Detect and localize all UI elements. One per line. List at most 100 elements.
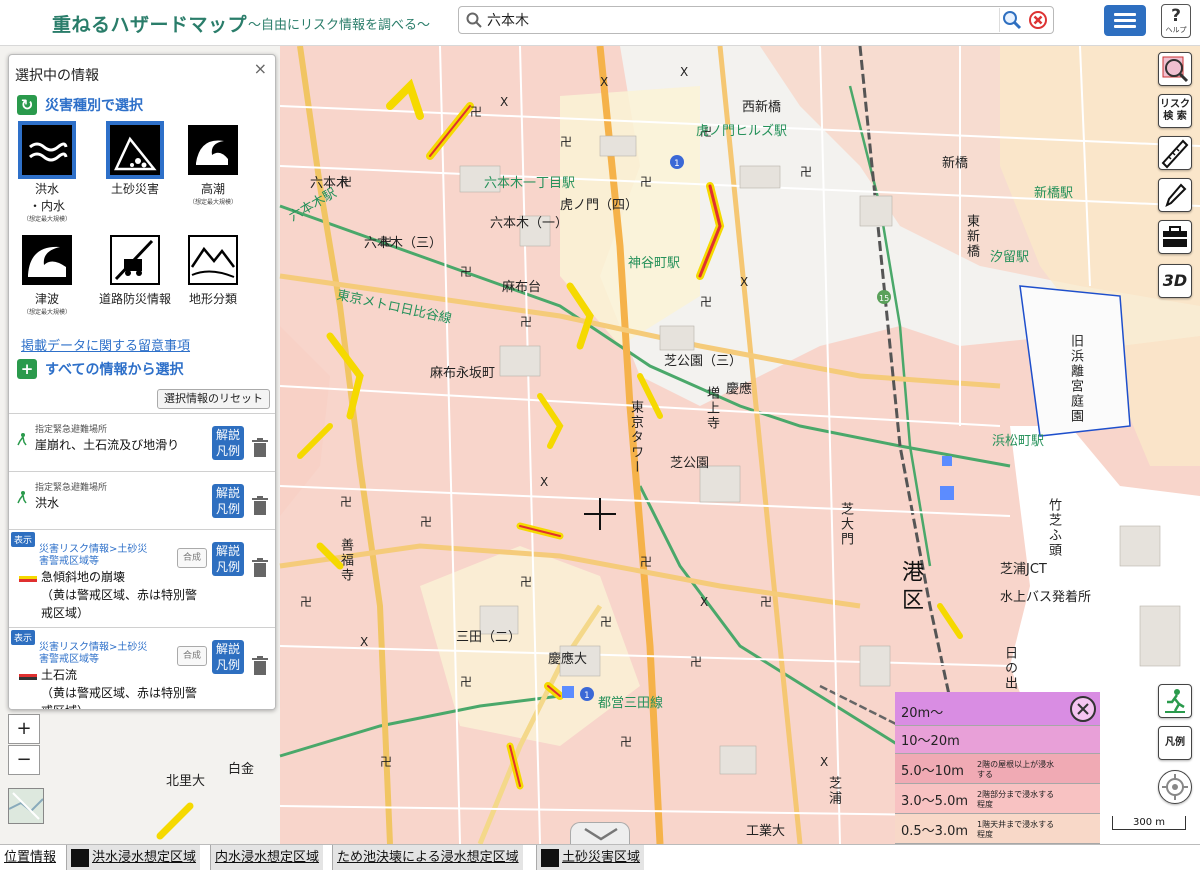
zoom-out-button[interactable]: − xyxy=(8,745,40,775)
legend-close-button[interactable] xyxy=(1070,696,1096,722)
search-button[interactable] xyxy=(999,8,1023,32)
three-d-label: 3D xyxy=(1162,271,1188,290)
legend-swatch-icon xyxy=(19,576,37,582)
trash-icon[interactable] xyxy=(251,656,269,676)
legend-level: 0.5〜3.0m xyxy=(901,824,969,839)
layer-item[interactable]: 指定緊急避難場所 洪水 解説 凡例 xyxy=(9,471,275,529)
menu-button[interactable] xyxy=(1104,5,1146,36)
layer-item[interactable]: 表示 災害リスク情報>土砂災害警戒区域等 土石流 （黄は警戒区域、赤は特別警戒区… xyxy=(9,627,275,709)
layer-view-tool[interactable] xyxy=(1158,52,1192,86)
show-toggle[interactable]: 表示 xyxy=(11,532,36,547)
layer-category-link[interactable]: 災害リスク情報>土砂災害警戒区域等 xyxy=(39,642,157,666)
hazard-road[interactable]: 道路防災情報 xyxy=(97,235,173,308)
hamburger-bar-icon xyxy=(1114,13,1136,16)
three-d-tool[interactable]: 3D xyxy=(1158,264,1192,298)
data-notice-link[interactable]: 掲載データに関する留意事項 xyxy=(21,335,190,354)
legend-tool[interactable]: 凡例 xyxy=(1158,726,1192,760)
risk-search-tool[interactable]: リスク 検 索 xyxy=(1158,94,1192,128)
svg-text:卍: 卍 xyxy=(690,655,702,669)
trash-icon[interactable] xyxy=(251,558,269,578)
tools-box[interactable] xyxy=(1158,220,1192,254)
legend-row: 0.5〜3.0m 1階天井まで浸水する程度 xyxy=(895,814,1100,844)
close-icon xyxy=(1077,703,1089,715)
landslide-icon xyxy=(110,125,160,175)
show-toggle[interactable]: 表示 xyxy=(11,630,36,645)
map-label: 六本木一丁目駅 xyxy=(484,176,576,191)
landslide-area-tab[interactable]: 土砂災害区域 xyxy=(536,845,645,870)
tsunami-icon xyxy=(22,235,72,285)
scale-bar: 300 m xyxy=(1112,816,1186,830)
svg-text:卍: 卍 xyxy=(560,135,572,149)
legend-row: 10〜20m xyxy=(895,726,1100,754)
gps-icon xyxy=(1162,774,1188,800)
svg-text:卍: 卍 xyxy=(340,495,352,509)
bottom-panel-toggle[interactable] xyxy=(570,822,630,844)
map-label: 新橋 xyxy=(942,156,969,171)
legend-row: 5.0〜10m 2階の屋根以上が浸水する xyxy=(895,754,1100,784)
flood-area-tab[interactable]: 洪水浸水想定区域 xyxy=(66,845,201,870)
app-title[interactable]: 重ねるハザードマップ xyxy=(52,10,247,37)
reservoir-flood-tab[interactable]: ため池決壊による浸水想定区域 xyxy=(332,845,523,870)
minimap-toggle[interactable] xyxy=(8,788,44,824)
map-label: 六本木（三） xyxy=(364,236,443,251)
map-label: 浜松町駅 xyxy=(992,434,1045,449)
evacuation-tool[interactable] xyxy=(1158,684,1192,718)
location-info-tab[interactable]: 位置情報 xyxy=(0,845,60,870)
layer-name: 土石流 （黄は警戒区域、赤は特別警戒区域） xyxy=(41,668,198,709)
merge-button[interactable]: 合成 xyxy=(177,548,207,568)
explain-legend-button[interactable]: 解説 凡例 xyxy=(212,640,244,674)
select-all-info-header[interactable]: + すべての情報から選択 xyxy=(17,359,183,379)
hazard-name: 道路防災情報 xyxy=(98,292,171,306)
chevron-down-icon xyxy=(584,827,618,841)
legend-level: 10〜20m xyxy=(901,734,960,749)
crosshair-icon xyxy=(584,498,616,530)
inland-flood-tab[interactable]: 内水浸水想定区域 xyxy=(210,845,324,870)
terrain-icon xyxy=(188,235,238,285)
layer-item[interactable]: 表示 災害リスク情報>土砂災害警戒区域等 急傾斜地の崩壊 （黄は警戒区域、赤は特… xyxy=(9,529,275,627)
explain-legend-button[interactable]: 解説 凡例 xyxy=(212,484,244,518)
trash-icon[interactable] xyxy=(251,496,269,516)
layer-item[interactable]: 指定緊急避難場所 崖崩れ、土石流及び地滑り 解説 凡例 xyxy=(9,413,275,471)
toolbox-icon xyxy=(1163,226,1187,247)
hazard-landslide[interactable]: 土砂災害 xyxy=(97,125,173,198)
panel-close-button[interactable]: × xyxy=(254,59,267,78)
hazard-terrain[interactable]: 地形分類 xyxy=(175,235,251,308)
legend-swatch-icon xyxy=(19,674,37,680)
layer-category-link[interactable]: 災害リスク情報>土砂災害警戒区域等 xyxy=(39,544,157,568)
layer-list[interactable]: 指定緊急避難場所 崖崩れ、土石流及び地滑り 解説 凡例 指定緊急避難場所 洪水 … xyxy=(9,413,275,709)
svg-text:卍: 卍 xyxy=(420,515,432,529)
help-button[interactable]: ? ヘルプ xyxy=(1161,4,1191,38)
app-subtitle: 〜自由にリスク情報を調べる〜 xyxy=(248,18,431,33)
map-label: 神谷町駅 xyxy=(628,256,681,271)
current-location-tool[interactable] xyxy=(1158,770,1192,804)
hazard-storm-surge[interactable]: 高潮 （想定最大規模） xyxy=(175,125,251,207)
trash-icon[interactable] xyxy=(251,438,269,458)
merge-button[interactable]: 合成 xyxy=(177,646,207,666)
draw-tool[interactable] xyxy=(1158,178,1192,212)
hamburger-bar-icon xyxy=(1114,25,1136,28)
select-by-type-header[interactable]: ↻ 災害種別で選択 xyxy=(17,95,143,115)
hazard-name: 地形分類 xyxy=(188,292,237,306)
zoom-in-button[interactable]: + xyxy=(8,714,40,744)
measure-tool[interactable] xyxy=(1158,136,1192,170)
search-icon xyxy=(466,12,482,28)
clear-search-button[interactable] xyxy=(1027,9,1049,31)
hazard-flood[interactable]: 洪水 ・内水 （想定最大規模） xyxy=(9,125,85,224)
evacuation-site-icon xyxy=(17,433,27,446)
map-label: 都営三田線 xyxy=(598,696,664,711)
hazard-note: （想定最大規模） xyxy=(188,199,237,206)
svg-text:X: X xyxy=(740,275,748,289)
hazard-name: 高潮 xyxy=(200,182,225,196)
hazard-tsunami[interactable]: 津波 （想定最大規模） xyxy=(9,235,85,317)
legend-note: 2階の屋根以上が浸水する xyxy=(977,760,1055,779)
road-disaster-icon xyxy=(110,235,160,285)
explain-legend-button[interactable]: 解説 凡例 xyxy=(212,542,244,576)
layer-name: 洪水 xyxy=(35,496,60,510)
reset-selection-button[interactable]: 選択情報のリセット xyxy=(157,389,270,409)
explain-legend-button[interactable]: 解説 凡例 xyxy=(212,426,244,460)
svg-text:卍: 卍 xyxy=(600,615,612,629)
header: 重ねるハザードマップ 〜自由にリスク情報を調べる〜 ? ヘルプ xyxy=(0,0,1200,46)
layer-category: 指定緊急避難場所 xyxy=(35,483,108,493)
search-input[interactable] xyxy=(487,10,957,30)
map-label: 芝公園 xyxy=(670,456,710,471)
